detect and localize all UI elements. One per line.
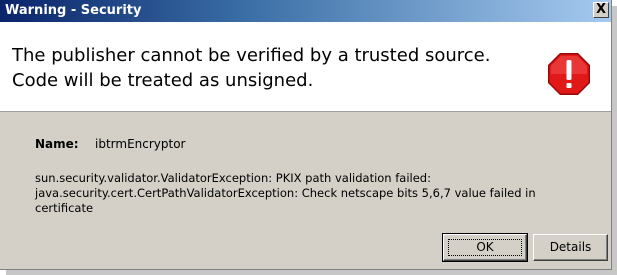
headline-line-1: The publisher cannot be verified by a tr… [12, 45, 491, 66]
message-line-1: sun.security.validator.ValidatorExceptio… [35, 171, 431, 185]
headline-line-2: Code will be treated as unsigned. [12, 70, 314, 91]
name-value: ibtrmEncryptor [95, 137, 186, 151]
close-icon: X [595, 2, 607, 17]
warning-octagon-icon [548, 53, 590, 95]
message-line-2: java.security.cert.CertPathValidatorExce… [35, 186, 536, 200]
details-button[interactable]: Details [533, 234, 608, 261]
message-line-3: certificate [35, 201, 94, 215]
window-title: Warning - Security [5, 3, 142, 18]
title-bar[interactable]: Warning - Security X [0, 0, 611, 22]
window-shadow-bottom [6, 270, 617, 275]
header-panel: The publisher cannot be verified by a tr… [0, 22, 611, 112]
window-shadow-right [612, 6, 617, 275]
ok-button[interactable]: OK [442, 233, 528, 262]
exception-message: sun.security.validator.ValidatorExceptio… [35, 171, 575, 216]
details-button-label: Details [549, 240, 592, 254]
warning-headline: The publisher cannot be verified by a tr… [12, 43, 490, 93]
security-warning-dialog: Warning - Security X The publisher canno… [0, 0, 612, 270]
close-button[interactable]: X [593, 2, 609, 18]
ok-button-label: OK [476, 240, 494, 254]
name-label: Name: [35, 137, 79, 151]
